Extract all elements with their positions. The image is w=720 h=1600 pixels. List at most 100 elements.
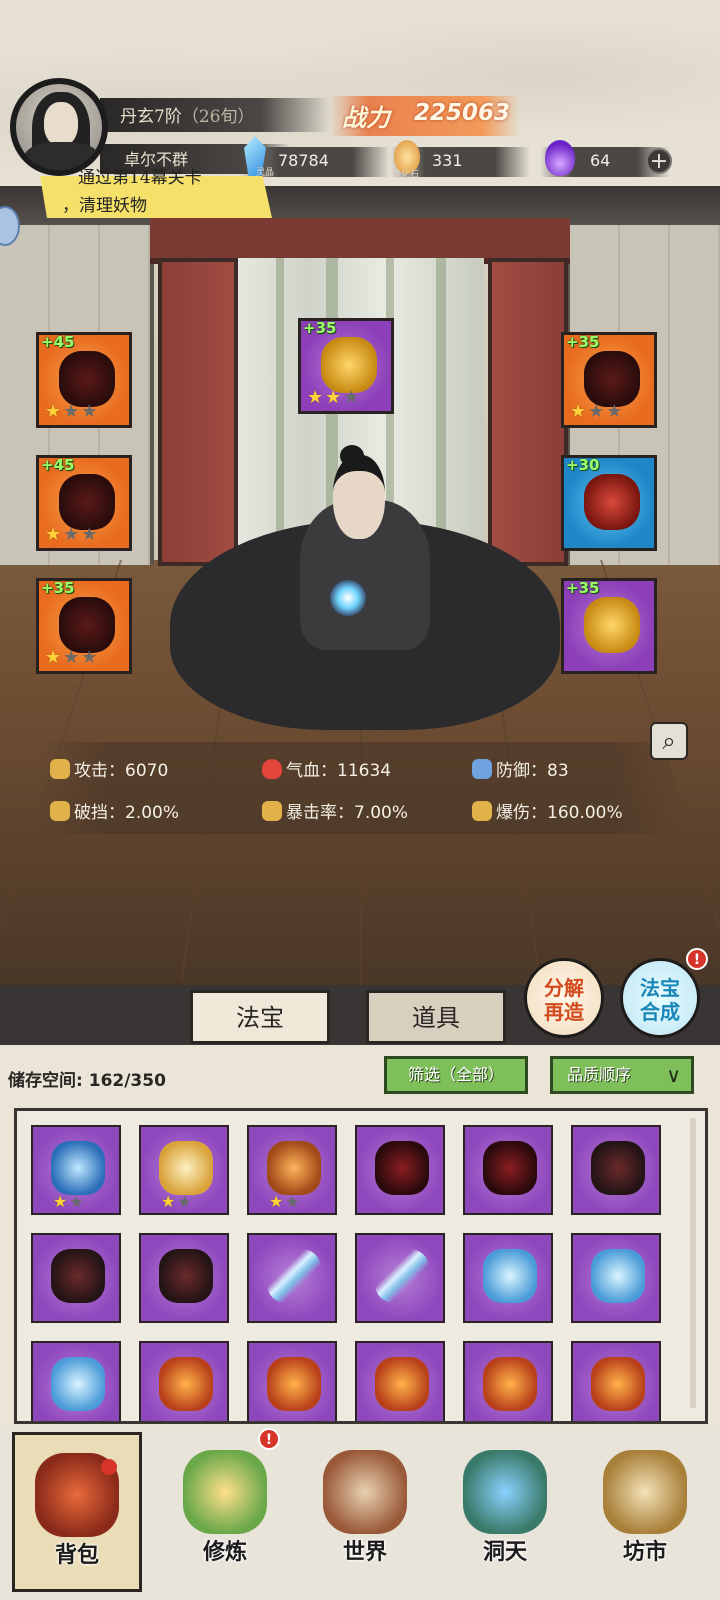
inventory-item[interactable] <box>355 1233 445 1323</box>
equip-slot-left-3[interactable]: +35 ★ ★ ★ <box>36 578 132 674</box>
player-rank-sub: （26旬） <box>181 107 255 127</box>
nav-scroll-map[interactable]: 世界 <box>300 1432 430 1592</box>
storage-label: 储存空间: <box>8 1071 83 1091</box>
storage-value: 162/350 <box>88 1071 166 1091</box>
equip-slot-right-2[interactable]: +30 <box>561 455 657 551</box>
dragon-armor-icon <box>159 1141 213 1195</box>
inventory-item[interactable] <box>355 1125 445 1215</box>
portal-icon <box>463 1450 547 1534</box>
star-empty-icon: ★ <box>177 1192 192 1211</box>
stat-label: 爆伤： <box>496 803 547 823</box>
resource-value-stone: 331 <box>432 151 463 170</box>
star-rating: ★ ★ ★ <box>45 526 97 544</box>
inventory-item[interactable] <box>463 1233 553 1323</box>
scroll-map-icon <box>323 1450 407 1534</box>
magnify-icon[interactable]: ⌕ <box>650 722 688 760</box>
nav-label: 坊市 <box>622 1539 667 1565</box>
star-empty-icon: ★ <box>606 401 623 422</box>
sort-dropdown[interactable]: 品质顺序 ∨ <box>550 1056 694 1094</box>
hero-head <box>333 455 385 539</box>
star-empty-icon: ★ <box>63 647 80 668</box>
star-empty-icon: ★ <box>81 524 98 545</box>
star-empty-icon: ★ <box>588 401 605 422</box>
equip-level: +35 <box>41 579 75 597</box>
nav-alert-badge: ! <box>258 1428 280 1450</box>
blue-gauntlet-icon <box>51 1141 105 1195</box>
decompose-rebuild-button[interactable]: 分解 再造 <box>524 958 604 1038</box>
equip-slot-left-1[interactable]: +45 ★ ★ ★ <box>36 332 132 428</box>
inventory-item[interactable]: ★ ★ <box>139 1125 229 1215</box>
equip-item-art <box>584 351 640 407</box>
equip-slot-left-2[interactable]: +45 ★ ★ ★ <box>36 455 132 551</box>
crit-rate-icon <box>262 801 282 821</box>
nav-label: 世界 <box>342 1539 387 1565</box>
add-resource-button[interactable]: + <box>646 148 672 174</box>
stat-5: 暴击率：7.00% <box>262 798 408 823</box>
inventory-item[interactable] <box>31 1341 121 1421</box>
equip-slot-center[interactable]: +35 ★ ★ ★ <box>298 318 394 414</box>
filter-button[interactable]: 筛选（全部） <box>384 1056 528 1094</box>
tab-items[interactable]: 道具 <box>366 990 506 1044</box>
fire-gourd-icon <box>375 1357 429 1411</box>
inventory-item[interactable] <box>139 1233 229 1323</box>
frost-bow-icon <box>591 1249 645 1303</box>
quest-text[interactable]: 通过第14幕关卡 ，清理妖物 <box>62 164 202 220</box>
nav-label: 洞天 <box>482 1539 527 1565</box>
quest-line-1: 通过第14幕关卡 <box>78 168 202 188</box>
shield-icon <box>472 759 492 779</box>
star-rating: ★ ★ ★ <box>45 403 97 421</box>
chevron-down-icon: ∨ <box>666 1063 681 1087</box>
stat-value: 83 <box>547 761 569 781</box>
equip-item-art <box>59 351 115 407</box>
nav-label: 背包 <box>54 1542 99 1568</box>
treasure-synthesis-button[interactable]: 法宝 合成 <box>620 958 700 1038</box>
equip-item-art <box>584 474 640 530</box>
star-filled-icon: ★ <box>307 387 324 408</box>
inventory-item[interactable]: ★ ★ <box>31 1125 121 1215</box>
equip-level: +45 <box>41 333 75 351</box>
resource-label-stone: 造化石 <box>392 170 420 180</box>
fire-gourd-icon <box>591 1357 645 1411</box>
stat-label: 攻击： <box>74 761 125 781</box>
inventory-scrollbar[interactable] <box>690 1118 696 1408</box>
nav-bag[interactable]: 背包 <box>12 1432 142 1592</box>
market-icon <box>603 1450 687 1534</box>
inventory-item[interactable]: ★ ★ <box>247 1125 337 1215</box>
frost-bow-icon <box>51 1357 105 1411</box>
equip-level: +30 <box>566 456 600 474</box>
stat-value: 7.00% <box>354 803 409 823</box>
inventory-item[interactable] <box>247 1341 337 1421</box>
star-rating: ★ ★ ★ <box>570 403 622 421</box>
dark-blade-icon <box>375 1141 429 1195</box>
avatar[interactable] <box>10 78 108 176</box>
fire-gourd-icon <box>267 1357 321 1411</box>
star-rating: ★ ★ <box>161 1193 192 1211</box>
resource-value-flame: 64 <box>590 151 611 170</box>
equip-slot-right-1[interactable]: +35 ★ ★ ★ <box>561 332 657 428</box>
nav-market[interactable]: 坊市 <box>580 1432 710 1592</box>
inventory-item[interactable] <box>139 1341 229 1421</box>
inventory-item[interactable] <box>247 1233 337 1323</box>
break-block-icon <box>50 801 70 821</box>
inventory-item[interactable] <box>571 1341 661 1421</box>
star-empty-icon: ★ <box>343 387 360 408</box>
equip-item-art <box>584 597 640 653</box>
lotus-icon <box>183 1450 267 1534</box>
star-filled-icon: ★ <box>53 1192 68 1211</box>
inventory-item[interactable] <box>31 1233 121 1323</box>
nav-label: 修炼 <box>202 1539 247 1565</box>
stat-value: 160.00% <box>547 803 623 823</box>
inventory-item[interactable] <box>463 1341 553 1421</box>
inventory-item[interactable] <box>463 1125 553 1215</box>
star-rating: ★ ★ ★ <box>45 649 97 667</box>
equip-slot-right-3[interactable]: +35 <box>561 578 657 674</box>
inventory-item[interactable] <box>571 1233 661 1323</box>
stat-label: 防御： <box>496 761 547 781</box>
sun-emblem-icon <box>267 1141 321 1195</box>
tab-treasure[interactable]: 法宝 <box>190 990 330 1044</box>
nav-portal[interactable]: 洞天 <box>440 1432 570 1592</box>
right-door <box>488 258 568 566</box>
inventory-item[interactable] <box>571 1125 661 1215</box>
nav-lotus[interactable]: 修炼! <box>160 1428 290 1592</box>
inventory-item[interactable] <box>355 1341 445 1421</box>
